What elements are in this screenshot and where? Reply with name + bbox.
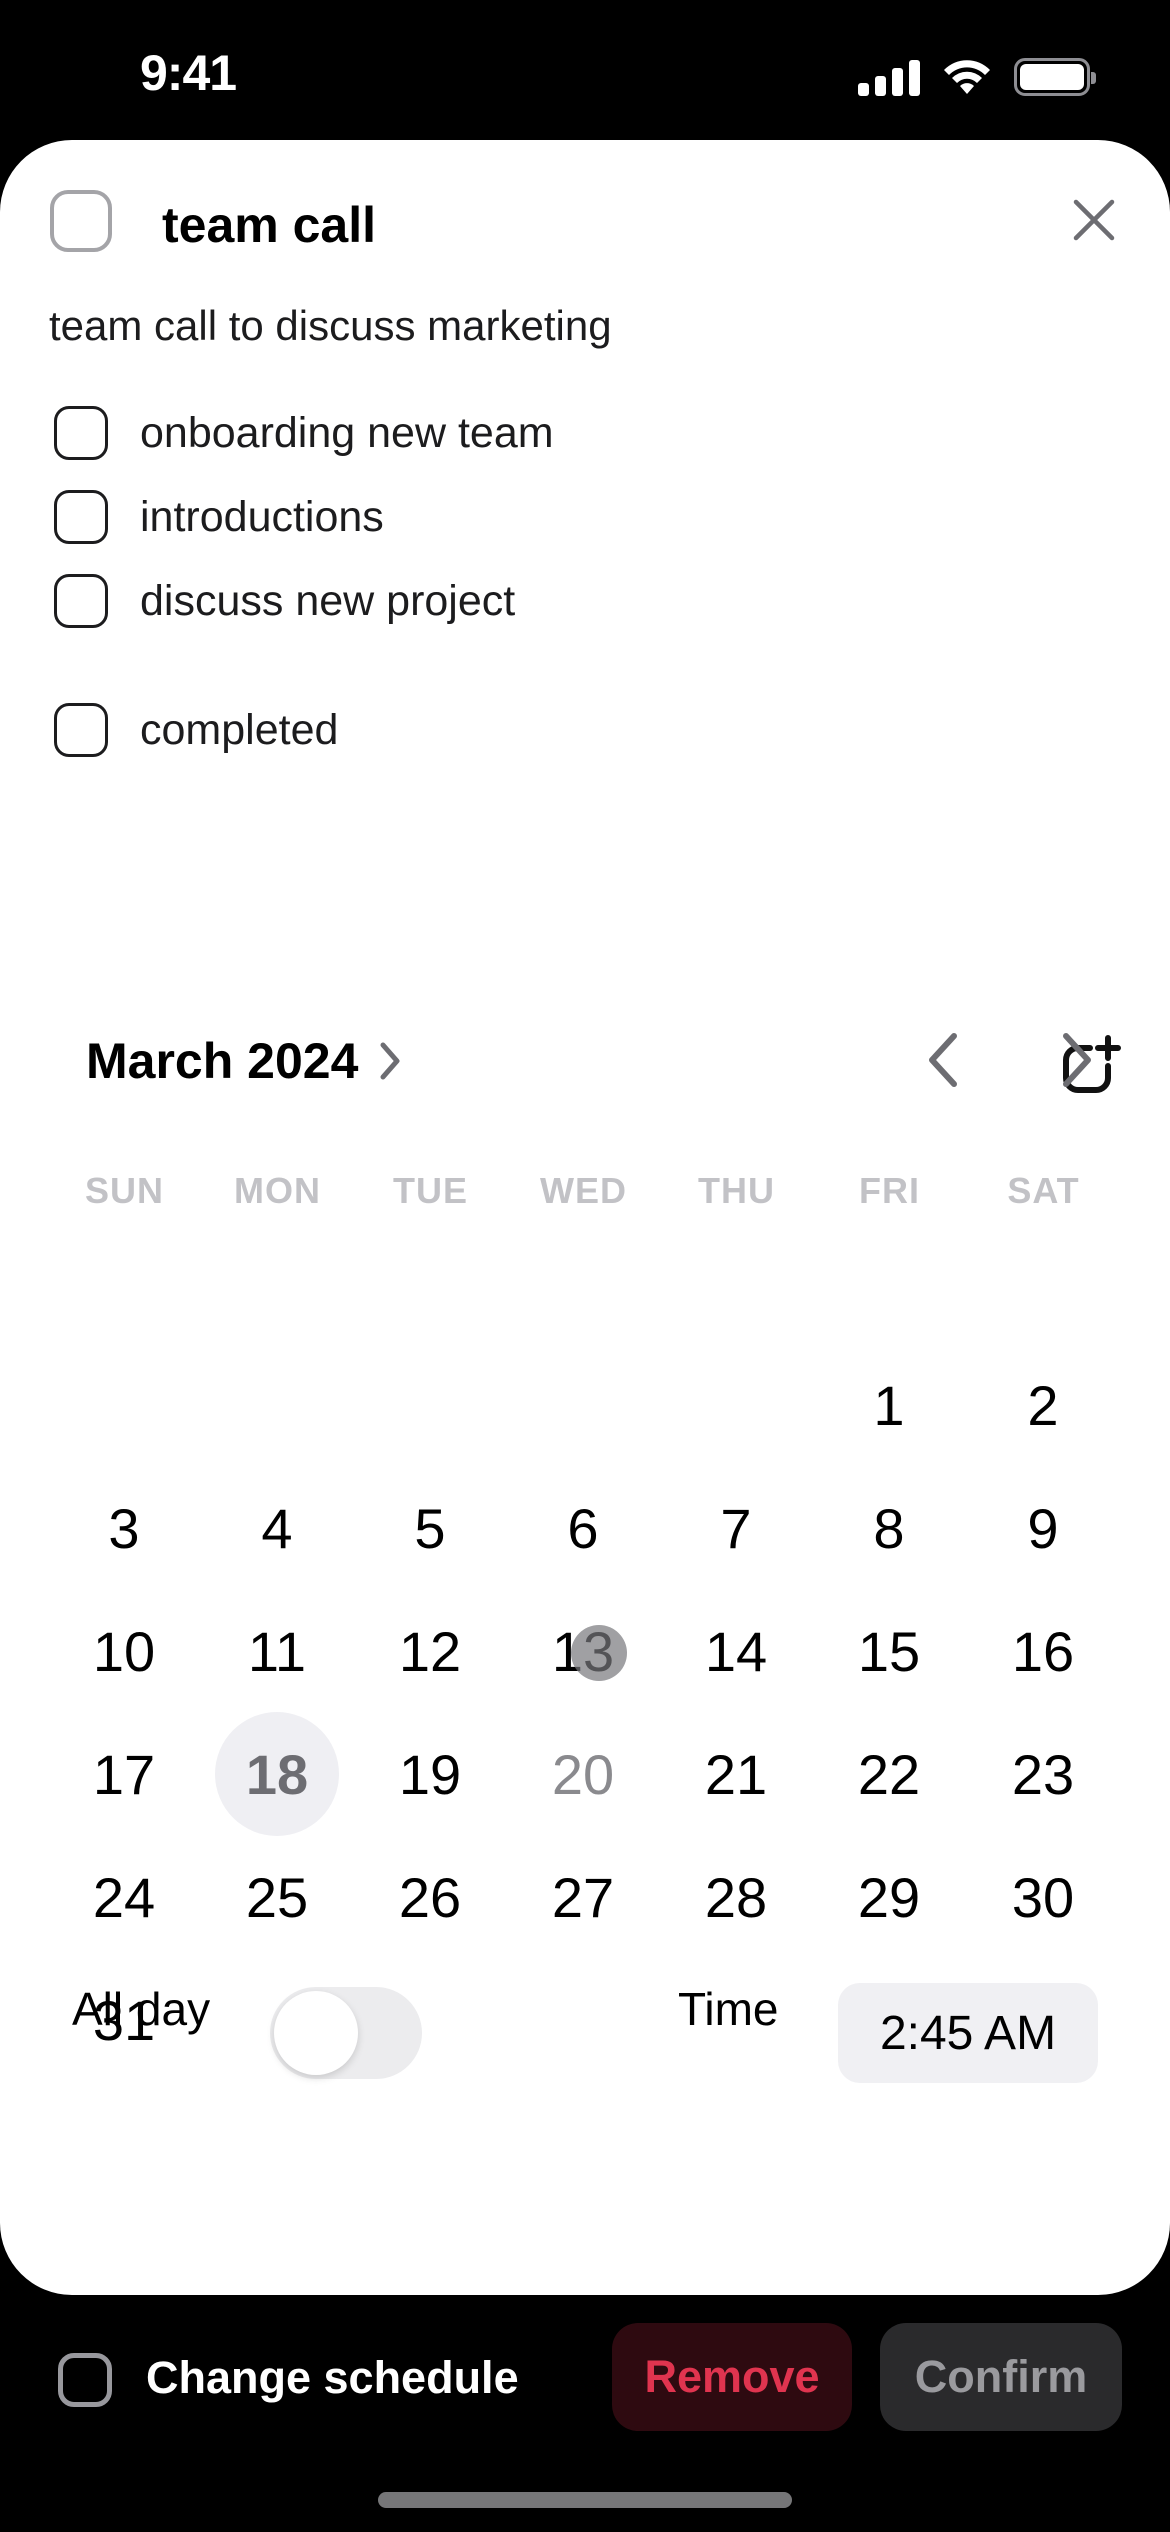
battery-icon	[1014, 58, 1096, 96]
subtask-item[interactable]: discuss new project	[54, 573, 515, 629]
weekday-label: FRI	[859, 1170, 920, 1211]
completed-checkbox[interactable]	[54, 703, 108, 757]
task-description[interactable]: team call to discuss marketing	[49, 302, 612, 350]
calendar-day[interactable]: 5	[368, 1466, 492, 1590]
calendar-day[interactable]: 22	[827, 1712, 951, 1836]
confirm-button[interactable]: Confirm	[880, 2323, 1122, 2431]
calendar-day[interactable]: 20	[521, 1712, 645, 1836]
wifi-icon	[944, 60, 990, 94]
completed-label: completed	[140, 705, 339, 754]
status-icons	[858, 58, 1096, 96]
close-icon[interactable]	[1070, 196, 1118, 244]
status-bar: 9:41	[0, 0, 1170, 140]
calendar-day[interactable]: 23	[981, 1712, 1105, 1836]
weekday-label: THU	[698, 1170, 775, 1211]
calendar-day[interactable]: 3	[62, 1466, 186, 1590]
change-schedule-checkbox[interactable]	[58, 2353, 112, 2407]
subtask-label: discuss new project	[140, 576, 516, 625]
touch-indicator	[571, 1625, 627, 1681]
weekday-label: MON	[234, 1170, 321, 1211]
time-label: Time	[678, 1983, 779, 2035]
calendar-day[interactable]: 21	[674, 1712, 798, 1836]
weekday-label: SUN	[84, 1170, 164, 1211]
all-day-toggle[interactable]	[270, 1987, 422, 2079]
subtask-checkbox[interactable]	[54, 406, 108, 460]
calendar-day[interactable]: 4	[215, 1466, 339, 1590]
completed-item[interactable]: completed	[54, 702, 338, 758]
time-picker-button[interactable]: 2:45 AM	[838, 1983, 1098, 2083]
calendar-day-selected[interactable]: 18	[215, 1712, 339, 1836]
calendar-day[interactable]: 16	[981, 1589, 1105, 1713]
next-month-button[interactable]	[1052, 1030, 1102, 1090]
remove-button[interactable]: Remove	[612, 2323, 852, 2431]
change-schedule-label[interactable]: Change schedule	[146, 2352, 519, 2404]
calendar-day[interactable]: 10	[62, 1589, 186, 1713]
calendar-day[interactable]: 27	[521, 1835, 645, 1959]
subtask-checkbox[interactable]	[54, 574, 108, 628]
calendar-day[interactable]: 6	[521, 1466, 645, 1590]
weekday-label: WED	[540, 1170, 627, 1211]
task-detail-sheet: team call team call to discuss marketing…	[0, 140, 1170, 2295]
task-complete-checkbox[interactable]	[50, 190, 112, 252]
calendar-day[interactable]: 28	[674, 1835, 798, 1959]
calendar-day[interactable]: 19	[368, 1712, 492, 1836]
home-indicator	[378, 2492, 792, 2508]
subtask-item[interactable]: onboarding new team	[54, 405, 554, 461]
all-day-label: All day	[72, 1983, 211, 2035]
calendar-day[interactable]: 9	[981, 1466, 1105, 1590]
cellular-signal-icon	[858, 58, 920, 96]
calendar-day[interactable]: 7	[674, 1466, 798, 1590]
toggle-knob	[274, 1991, 358, 2075]
calendar-day[interactable]: 12	[368, 1589, 492, 1713]
chevron-right-icon	[380, 1042, 400, 1080]
calendar-day[interactable]: 8	[827, 1466, 951, 1590]
calendar-day[interactable]: 15	[827, 1589, 951, 1713]
calendar-day[interactable]: 17	[62, 1712, 186, 1836]
subtask-checkbox[interactable]	[54, 490, 108, 544]
month-label: March 2024	[86, 1033, 359, 1089]
calendar-day[interactable]: 30	[981, 1835, 1105, 1959]
calendar-day[interactable]: 26	[368, 1835, 492, 1959]
calendar-day[interactable]: 2	[981, 1343, 1105, 1467]
subtask-label: introductions	[140, 492, 384, 541]
calendar-day[interactable]: 11	[215, 1589, 339, 1713]
calendar-day[interactable]: 14	[674, 1589, 798, 1713]
calendar-day[interactable]: 24	[62, 1835, 186, 1959]
month-year-picker[interactable]: March 2024	[86, 1032, 402, 1090]
subtask-item[interactable]: introductions	[54, 489, 384, 545]
status-time: 9:41	[140, 45, 237, 101]
calendar-day[interactable]: 25	[215, 1835, 339, 1959]
weekday-label: TUE	[393, 1170, 468, 1211]
calendar-day[interactable]: 29	[827, 1835, 951, 1959]
task-title[interactable]: team call	[162, 196, 376, 254]
calendar-day[interactable]: 1	[827, 1343, 951, 1467]
previous-month-button[interactable]	[918, 1030, 968, 1090]
weekday-label: SAT	[1007, 1170, 1080, 1211]
subtask-label: onboarding new team	[140, 408, 554, 457]
